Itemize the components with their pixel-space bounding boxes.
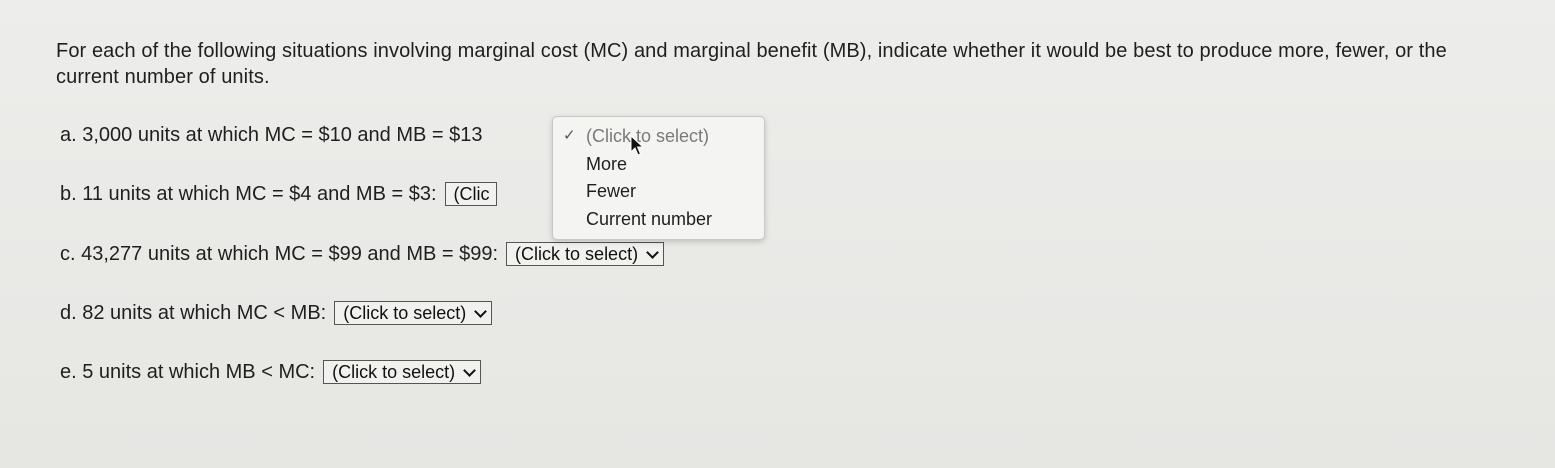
question-b-select[interactable]: (Clic [444,182,497,206]
question-c: c. 43,277 units at which MC = $99 and MB… [60,241,665,267]
question-c-label: c. 43,277 units at which MC = $99 and MB… [60,243,499,265]
question-d-select-value: (Click to select) [343,303,467,323]
chevron-down-icon [474,304,488,318]
checkmark-icon: ✓ [563,127,576,144]
chevron-down-icon [646,245,659,259]
question-c-select[interactable]: (Click to select) [506,242,665,266]
question-d: d. 82 units at which MC < MB: (Click to … [60,300,493,326]
question-b: b. 11 units at which MC = $4 and MB = $3… [60,181,497,207]
question-a-dropdown-menu[interactable]: ✓ (Click to select) More Fewer Current n… [552,116,765,240]
dropdown-option-placeholder[interactable]: (Click to select) [586,124,709,148]
question-b-select-value: (Clic [453,184,490,204]
question-page: For each of the following situations inv… [0,0,1555,468]
dropdown-option-more[interactable]: More [586,152,627,176]
question-e-label: e. 5 units at which MB < MC: [60,361,316,383]
dropdown-option-fewer[interactable]: Fewer [586,179,636,203]
question-b-label: b. 11 units at which MC = $4 and MB = $3… [60,183,437,205]
question-a-label: a. 3,000 units at which MC = $10 and MB … [60,124,483,146]
question-d-select[interactable]: (Click to select) [334,301,493,325]
question-prompt: For each of the following situations inv… [56,40,1447,88]
chevron-down-icon [463,363,477,377]
question-d-label: d. 82 units at which MC < MB: [60,302,327,324]
question-a: a. 3,000 units at which MC = $10 and MB … [60,122,482,148]
question-e-select[interactable]: (Click to select) [323,360,482,384]
question-e: e. 5 units at which MB < MC: (Click to s… [60,359,482,385]
question-c-select-value: (Click to select) [515,244,639,264]
dropdown-option-current-number[interactable]: Current number [586,207,712,231]
mouse-pointer-icon [630,135,644,156]
question-e-select-value: (Click to select) [332,362,456,382]
